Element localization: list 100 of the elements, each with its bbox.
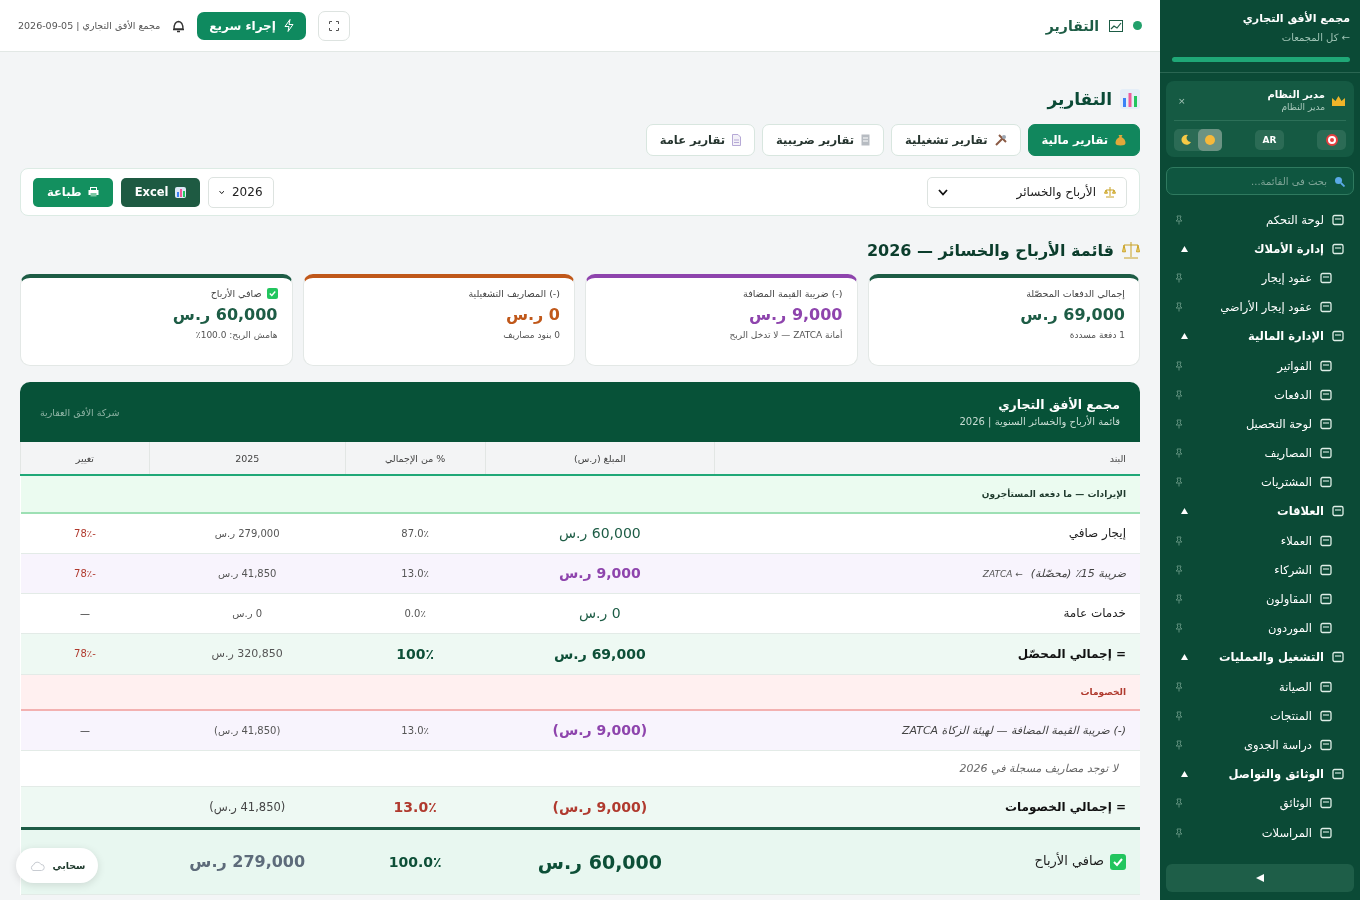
nav-group[interactable]: العلاقات	[1166, 496, 1354, 527]
report-tab[interactable]: تقارير عامة	[645, 124, 755, 156]
card-note: 1 دفعة مسددة	[1068, 330, 1125, 340]
report-tab[interactable]: تقارير تشغيلية	[891, 124, 1021, 156]
square-icon	[1320, 680, 1332, 693]
line-item: ضريبة 15٪ (محصّلة)	[1030, 567, 1126, 580]
report-select[interactable]: الأرباح والخسائر	[927, 176, 1127, 208]
pin-icon	[1174, 477, 1184, 488]
statement-title: مجمع الأفق التجاري	[997, 397, 1120, 412]
nav-item[interactable]: دراسة الجدوى	[1166, 730, 1354, 760]
amount-value: 0 ر.س	[579, 605, 621, 621]
pin-icon	[1174, 302, 1184, 313]
pin-icon	[1174, 681, 1184, 692]
nav-item[interactable]: المقاولون	[1166, 584, 1354, 614]
amount-value: (9,000 ر.س)	[552, 722, 648, 739]
pin-icon	[1174, 272, 1184, 283]
card-value: 0 ر.س	[504, 305, 560, 324]
storage-chip[interactable]: سحابي	[16, 848, 98, 883]
search-field[interactable]: بحث في القائمة...	[1166, 167, 1354, 195]
bar-chart-icon	[1120, 89, 1140, 109]
square-icon	[1320, 797, 1332, 810]
pin-icon	[1174, 798, 1184, 809]
square-icon	[1320, 417, 1332, 430]
card-label: صافي الأرباح	[210, 288, 262, 299]
square-icon	[1332, 651, 1344, 664]
nav-item[interactable]: المصاريف	[1166, 438, 1354, 468]
nav-item[interactable]: لوحة التحكم	[1166, 205, 1354, 235]
card-note: 0 بنود مصاريف	[502, 330, 560, 340]
percent-value: 100٪	[396, 645, 435, 662]
pin-icon	[1174, 564, 1184, 575]
amount-value: 9,000 ر.س	[558, 565, 641, 581]
moon-icon	[1180, 134, 1192, 146]
nav-item[interactable]: عقود إيجار	[1166, 263, 1354, 293]
pin-icon	[1174, 535, 1184, 546]
quick-action-button[interactable]: إجراء سريع	[197, 11, 306, 40]
scale-icon	[1122, 241, 1140, 259]
back-link[interactable]: ← كل المجمعات	[1281, 32, 1350, 43]
crown-icon	[1331, 94, 1346, 107]
chart-icon	[174, 186, 186, 198]
close-button[interactable]: ×	[1174, 95, 1190, 106]
percent-value: 13.0٪	[401, 567, 429, 579]
nav-item[interactable]: المراسلات	[1166, 817, 1354, 848]
report-tab[interactable]: تقارير ضريبية	[762, 124, 884, 156]
search-icon	[1334, 175, 1345, 187]
chart-icon	[1109, 19, 1123, 32]
nav-item[interactable]: عقود إيجار الأراضي	[1166, 292, 1354, 322]
pin-icon	[1174, 623, 1184, 634]
amount-value: (9,000 ر.س)	[552, 798, 648, 815]
chevron-down-icon	[218, 188, 224, 196]
nav-item[interactable]: لوحة التحصيل	[1166, 409, 1354, 439]
line-item: = إجمالي المحصّل	[1017, 646, 1126, 661]
nav-item[interactable]: الفواتير	[1166, 350, 1354, 381]
nav-item[interactable]: الوثائق	[1166, 788, 1354, 818]
percent-value: 13.0٪	[401, 724, 429, 736]
square-icon	[1332, 505, 1344, 518]
column-header: % من الإجمالي	[345, 442, 486, 475]
excel-button[interactable]: Excel	[120, 177, 200, 207]
percent-value: 0.0٪	[404, 607, 426, 619]
card-label: (-) المصاريف التشغيلية	[468, 288, 560, 299]
square-icon	[1332, 242, 1344, 255]
report-tab[interactable]: تقارير مالية	[1027, 124, 1140, 156]
nav-group[interactable]: الوثائق والتواصل	[1166, 759, 1354, 789]
target-button[interactable]	[1317, 130, 1346, 150]
tag-text: ← ZATCA	[982, 569, 1023, 579]
nav-group[interactable]: التشغيل والعمليات	[1166, 642, 1354, 672]
nav-item[interactable]: الدفعات	[1166, 380, 1354, 410]
nav-item[interactable]: الموردون	[1166, 613, 1354, 643]
previous-value: 279,000 ر.س	[189, 852, 306, 871]
lightning-icon	[283, 19, 294, 32]
nav-group[interactable]: الإدارة المالية	[1166, 321, 1354, 351]
percent-value: 87.0٪	[401, 527, 429, 539]
nav-item[interactable]: المنتجات	[1166, 701, 1354, 731]
language-button[interactable]: AR	[1255, 130, 1284, 150]
square-icon	[1320, 709, 1332, 722]
light-mode-button[interactable]	[1198, 129, 1222, 151]
print-button[interactable]: طباعة	[33, 177, 113, 207]
previous-value: (41,850 ر.س)	[209, 799, 286, 814]
change-value: -78٪	[74, 567, 96, 579]
change-value: —	[79, 724, 90, 736]
document-icon	[732, 134, 741, 146]
nav-item[interactable]: الشركاء	[1166, 555, 1354, 585]
previous-value: 320,850 ر.س	[211, 647, 283, 660]
nav-item[interactable]: المشتريات	[1166, 467, 1354, 497]
nav-group[interactable]: إدارة الأملاك	[1166, 234, 1354, 264]
nav-item[interactable]: الصيانة	[1166, 672, 1354, 702]
check-icon	[1110, 853, 1126, 870]
card-note: أمانة ZATCA — لا تدخل الربح	[728, 330, 843, 340]
company-name: شركة الأفق العقارية	[40, 406, 120, 418]
percent-value: 13.0٪	[393, 798, 437, 815]
pin-icon	[1174, 594, 1184, 605]
statement-subtitle: قائمة الأرباح والخسائر السنوية | 2026	[959, 416, 1120, 427]
target-icon	[1325, 134, 1338, 146]
context-text: 2026-09-05 | مجمع الأفق التجاري	[18, 20, 161, 31]
printer-icon	[87, 187, 99, 197]
section-label: الإيرادات — ما دفعه المستأجرون	[981, 489, 1126, 499]
square-icon	[1320, 476, 1332, 489]
page-title: التقارير	[1047, 89, 1112, 109]
year-select[interactable]: 2026	[207, 176, 274, 208]
card-note: هامش الربح: 100.0٪	[194, 330, 278, 340]
nav-item[interactable]: العملاء	[1166, 526, 1354, 556]
